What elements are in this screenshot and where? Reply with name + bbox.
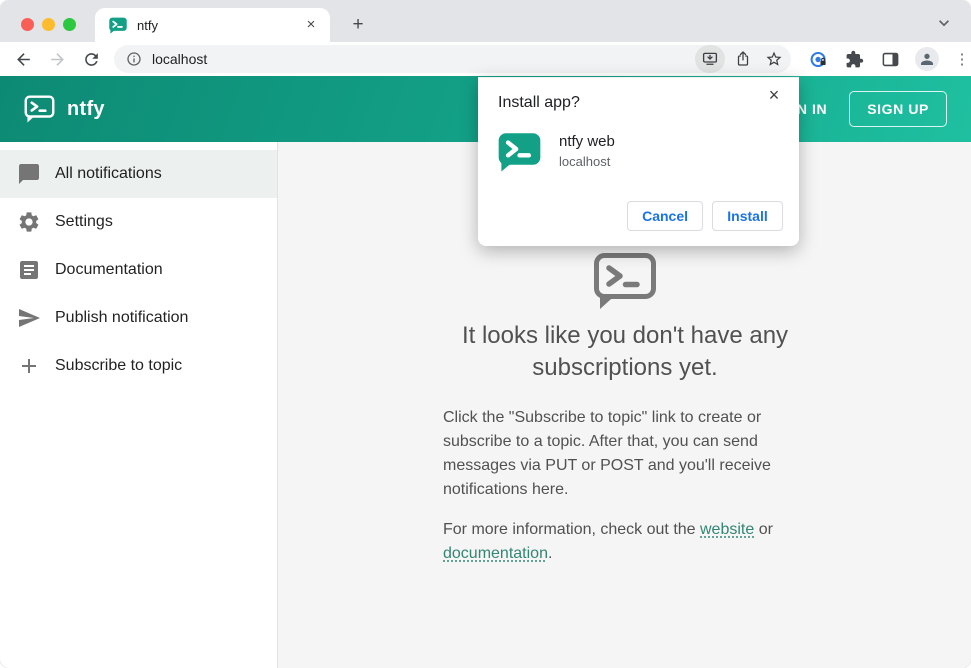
extensions-puzzle-icon[interactable] [843,48,865,70]
paragraph2-middle: or [754,521,773,538]
app-title: ntfy [67,97,105,120]
send-icon [19,309,40,327]
sidebar-item-label: All notifications [55,165,162,182]
side-panel-icon[interactable] [879,48,901,70]
extension-area: ⋮ [807,47,971,71]
tab-search-chevron-icon[interactable] [934,13,954,33]
browser-tab-ntfy[interactable]: ntfy × [95,8,330,42]
url-text[interactable]: localhost [152,51,690,67]
ntfy-watermark-icon [593,252,657,310]
cancel-button[interactable]: Cancel [627,201,703,231]
ntfy-app-icon [498,132,541,172]
site-info-icon[interactable] [126,51,142,67]
plus-icon [22,359,36,373]
sidebar-item-subscribe-to-topic[interactable]: Subscribe to topic [0,342,277,390]
forward-icon[interactable] [45,47,69,71]
dialog-close-icon[interactable]: × [763,84,785,106]
browser-window: ntfy × + localhost ⋮ ntfy SIGN IN SIGN U… [0,0,971,668]
url-bar[interactable]: localhost [114,45,791,73]
documentation-link[interactable]: documentation [443,545,548,562]
dialog-app-row: ntfy web localhost [498,132,615,172]
install-app-dialog: Install app? × ntfy web localhost Cancel… [478,77,799,246]
empty-state-links-paragraph: For more information, check out the webs… [443,518,807,566]
tab-title: ntfy [137,17,158,33]
tab-strip: ntfy × + [0,0,971,42]
sidebar-item-publish-notification[interactable]: Publish notification [0,294,277,342]
dialog-app-meta: ntfy web localhost [559,132,615,169]
browser-toolbar: localhost ⋮ [0,42,971,76]
sidebar-item-label: Documentation [55,261,163,278]
share-icon[interactable] [730,46,756,72]
minimize-window-button[interactable] [42,17,55,31]
install-app-icon[interactable] [695,45,725,73]
sidebar-item-label: Settings [55,213,113,230]
paragraph2-prefix: For more information, check out the [443,521,700,538]
sidebar-item-settings[interactable]: Settings [0,198,277,246]
sidebar-item-label: Subscribe to topic [55,357,183,374]
chat-icon [19,164,39,184]
close-window-button[interactable] [21,17,34,31]
browser-menu-icon[interactable]: ⋮ [953,50,971,68]
paragraph2-suffix: . [547,545,553,562]
sidebar-item-all-notifications[interactable]: All notifications [0,150,277,198]
gear-icon [19,212,39,232]
profile-avatar[interactable] [915,47,939,71]
dialog-title: Install app? [498,94,580,111]
password-manager-icon[interactable] [807,48,829,70]
empty-state-paragraph: Click the "Subscribe to topic" link to c… [443,409,771,498]
ntfy-favicon [109,16,127,34]
new-tab-button[interactable]: + [346,13,370,37]
tab-close-icon[interactable]: × [302,16,320,34]
reload-icon[interactable] [79,47,103,71]
article-icon [20,261,38,279]
sidebar-item-label: Publish notification [55,309,189,326]
install-button[interactable]: Install [712,201,783,231]
dialog-buttons: Cancel Install [627,201,783,231]
empty-state-title: It looks like you don't have any subscri… [461,322,789,381]
ntfy-logo-icon [24,95,55,123]
sidebar-item-documentation[interactable]: Documentation [0,246,277,294]
dialog-app-name: ntfy web [559,133,615,150]
back-icon[interactable] [11,47,35,71]
website-link[interactable]: website [700,521,754,538]
dialog-app-origin: localhost [559,154,611,169]
sign-up-button[interactable]: SIGN UP [849,91,947,127]
maximize-window-button[interactable] [63,17,76,31]
bookmark-star-icon[interactable] [761,46,787,72]
sidebar: All notifications Settings Documentation… [0,142,278,668]
